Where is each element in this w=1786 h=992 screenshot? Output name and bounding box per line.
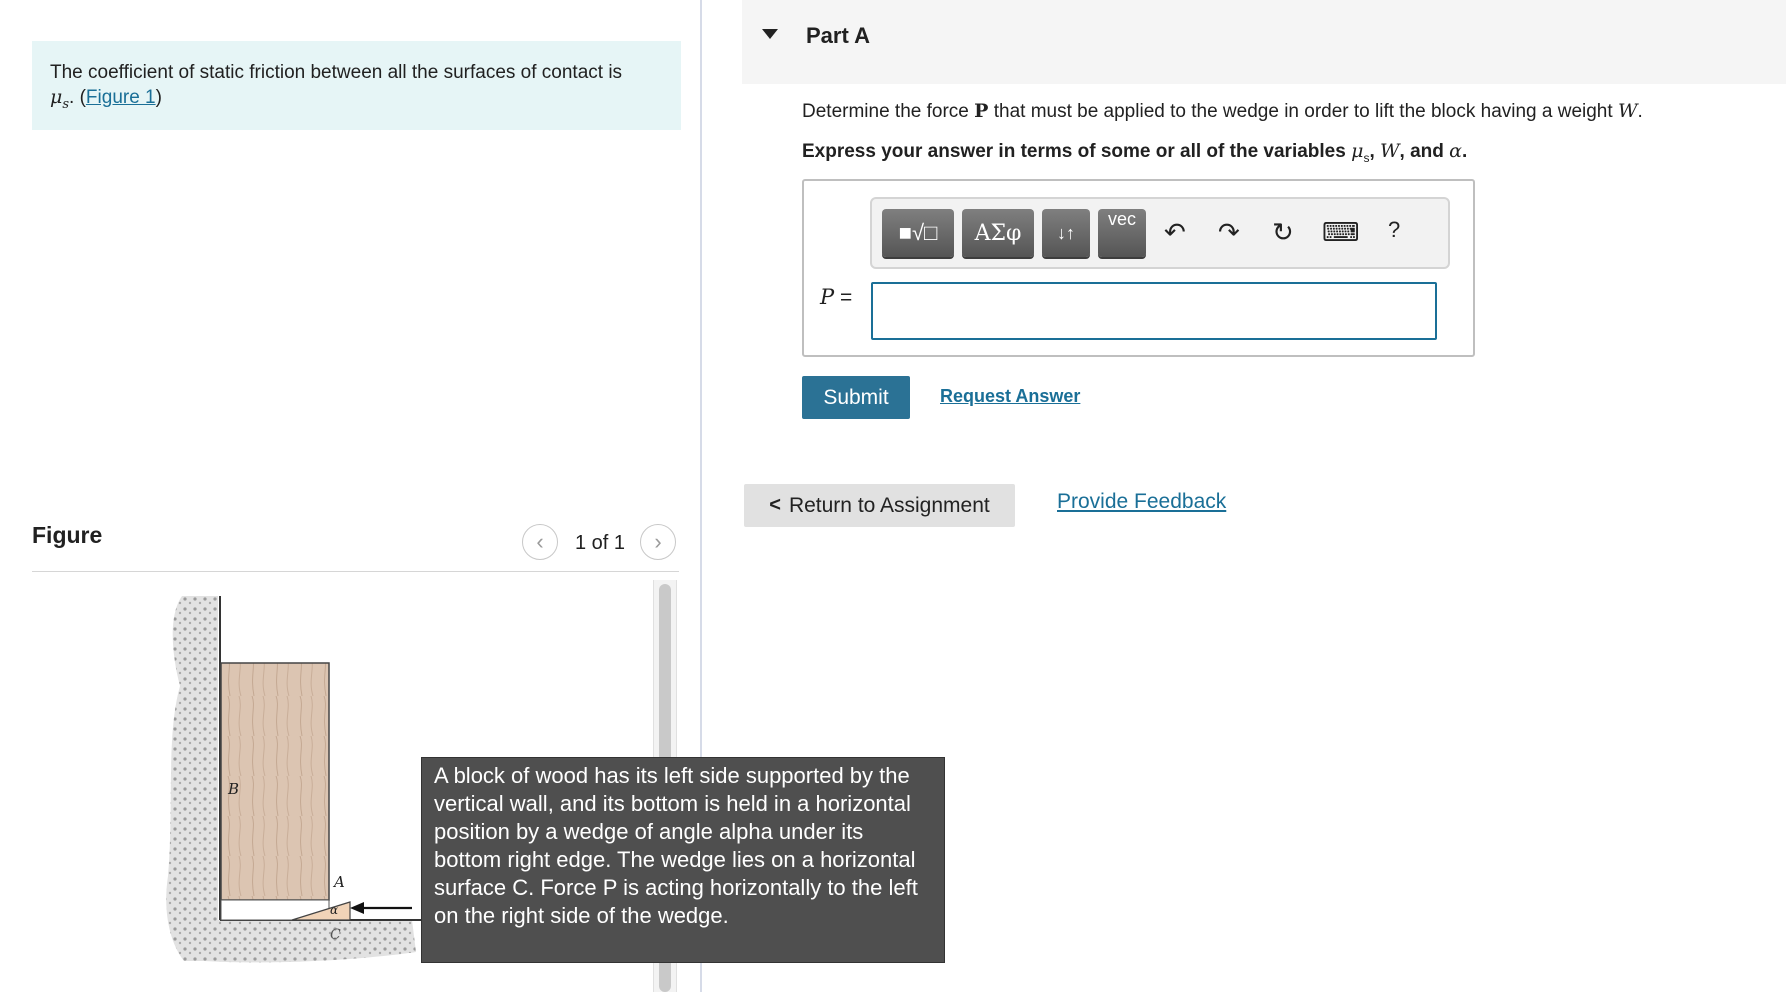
arrows-icon: ↓↑ bbox=[1057, 222, 1075, 243]
figure-counter: 1 of 1 bbox=[575, 532, 626, 554]
chevron-left-icon: < bbox=[769, 494, 781, 516]
undo-icon[interactable]: ↶ bbox=[1164, 217, 1186, 248]
answer-box: ■√□ ΑΣφ ↓↑ vec ↶ ↷ ↻ ⌨ ? P = bbox=[802, 179, 1475, 357]
answer-input[interactable] bbox=[871, 282, 1437, 340]
greek-icon: ΑΣφ bbox=[974, 220, 1022, 246]
var-w: W bbox=[1617, 100, 1638, 122]
vec-button[interactable]: vec bbox=[1098, 209, 1146, 257]
submit-button[interactable]: Submit bbox=[802, 376, 910, 419]
figure-link[interactable]: Figure 1 bbox=[86, 87, 156, 108]
next-figure-button[interactable]: › bbox=[640, 524, 676, 560]
keyboard-icon[interactable]: ⌨ bbox=[1322, 217, 1360, 248]
caret-down-icon[interactable] bbox=[762, 29, 778, 39]
math-toolbar: ■√□ ΑΣφ ↓↑ vec ↶ ↷ ↻ ⌨ ? bbox=[870, 197, 1450, 269]
mu-symbol: μ bbox=[50, 86, 63, 108]
vec-icon: vec bbox=[1107, 209, 1136, 229]
instruction-text: Express your answer in terms of some or … bbox=[802, 140, 1468, 165]
request-answer-link[interactable]: Request Answer bbox=[940, 386, 1080, 407]
chevron-left-icon: ‹ bbox=[536, 529, 544, 554]
floor-gravel bbox=[184, 920, 416, 963]
force-arrow-head bbox=[350, 902, 364, 914]
reset-icon[interactable]: ↻ bbox=[1272, 217, 1294, 248]
chevron-right-icon: › bbox=[654, 529, 662, 554]
prev-figure-button[interactable]: ‹ bbox=[522, 524, 558, 560]
problem-intro: The coefficient of static friction betwe… bbox=[32, 41, 681, 130]
part-header[interactable]: Part A bbox=[742, 0, 1786, 84]
templates-button[interactable]: ■√□ bbox=[882, 209, 954, 257]
answer-label: P = bbox=[820, 285, 853, 309]
figure-alt-tooltip: A block of wood has its left side suppor… bbox=[421, 757, 945, 963]
arrows-button[interactable]: ↓↑ bbox=[1042, 209, 1090, 257]
return-to-assignment-button[interactable]: < Return to Assignment bbox=[744, 484, 1015, 527]
var-p: P bbox=[974, 100, 989, 122]
wall-gravel bbox=[166, 596, 218, 961]
redo-icon[interactable]: ↷ bbox=[1218, 217, 1240, 248]
provide-feedback-link[interactable]: Provide Feedback bbox=[1057, 490, 1226, 514]
templates-icon: ■√□ bbox=[898, 220, 938, 245]
greek-button[interactable]: ΑΣφ bbox=[962, 209, 1034, 257]
label-a: A bbox=[332, 873, 345, 891]
label-b: B bbox=[227, 780, 239, 798]
figure-title: Figure bbox=[32, 522, 103, 548]
label-alpha: α bbox=[330, 903, 338, 917]
label-c: C bbox=[330, 927, 341, 943]
figure-divider bbox=[32, 571, 679, 572]
part-title: Part A bbox=[806, 23, 870, 48]
help-icon[interactable]: ? bbox=[1388, 217, 1400, 243]
question-text: Determine the force P that must be appli… bbox=[802, 100, 1643, 122]
intro-text: The coefficient of static friction betwe… bbox=[50, 62, 623, 83]
